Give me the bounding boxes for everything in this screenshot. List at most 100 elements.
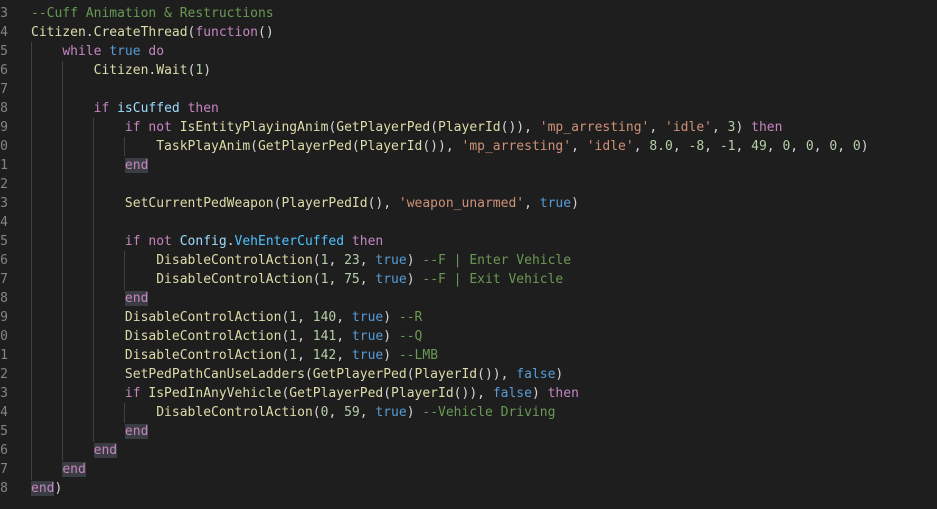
code-token: 'mp_arresting' [461, 139, 572, 154]
code-text: DisableControlAction(0, 59, true) --Vehi… [31, 403, 555, 422]
code-line[interactable]: 3 --Cuff Animation & Restructions [0, 4, 937, 23]
code-token: --Vehicle Driving [422, 405, 556, 420]
code-token: ( [304, 367, 313, 382]
code-token: ( [406, 367, 415, 382]
code-token: ()), [453, 386, 493, 401]
code-token: Citizen [31, 25, 86, 40]
code-line[interactable]: 4 DisableControlAction(0, 59, true) --Ve… [0, 403, 937, 422]
code-line[interactable]: 1 end [0, 156, 937, 175]
code-editor[interactable]: 3 --Cuff Animation & Restructions 4 Citizen… [0, 0, 937, 509]
code-token: , [711, 120, 728, 135]
code-token: ( [312, 253, 321, 268]
code-line[interactable]: 0 DisableControlAction(1, 141, true) --Q [0, 327, 937, 346]
code-token: , [672, 139, 689, 154]
code-token: -8 [688, 139, 705, 154]
code-token: GetPlayerPed [312, 367, 407, 382]
code-token: ()), [477, 367, 517, 382]
code-line[interactable]: 2 [0, 175, 937, 194]
code-token: GetPlayerPed [336, 120, 431, 135]
code-token: --LMB [398, 348, 439, 363]
code-token: SetCurrentPedWeapon [124, 196, 274, 211]
code-line[interactable]: 5 if not Config.VehEnterCuffed then [0, 232, 937, 251]
code-token: Config [179, 234, 227, 249]
code-token: ( [383, 386, 392, 401]
code-token: , [813, 139, 830, 154]
code-token: ( [312, 405, 321, 420]
matched-end-token: end [124, 424, 149, 439]
code-token: VehEnterCuffed [234, 234, 345, 249]
code-token: if [124, 120, 141, 135]
code-line[interactable]: 7 [0, 80, 937, 99]
code-line[interactable]: 6 DisableControlAction(1, 23, true) --F … [0, 251, 937, 270]
code-token: PlayerId [359, 139, 423, 154]
code-token: DisableControlAction [124, 310, 282, 325]
code-token: then [751, 120, 783, 135]
code-token: DisableControlAction [156, 405, 313, 420]
code-line[interactable]: 9 DisableControlAction(1, 140, true) --R [0, 308, 937, 327]
code-token: not [148, 120, 172, 135]
code-line[interactable]: 8 end) [0, 479, 937, 498]
code-token: , [328, 253, 345, 268]
code-token: , [297, 329, 313, 344]
code-line[interactable]: 4 [0, 213, 937, 232]
code-token: , [790, 139, 806, 154]
code-text: if isCuffed then [31, 99, 219, 118]
code-token: true [351, 310, 384, 325]
line-number: 1 [0, 158, 8, 173]
line-number: 3 [0, 196, 8, 211]
code-token: GetPlayerPed [257, 139, 352, 154]
code-token: IsPedInAnyVehicle [148, 386, 282, 401]
code-line[interactable]: 4 Citizen.CreateThread(function() [0, 23, 937, 42]
code-line[interactable]: 5 while true do [0, 42, 937, 61]
code-token: do [148, 44, 165, 59]
code-line[interactable]: 3 SetCurrentPedWeapon(PlayerPedId(), 'we… [0, 194, 937, 213]
code-line[interactable]: 9 if not IsEntityPlayingAnim (GetPlayerPe… [0, 118, 937, 137]
code-line[interactable]: 8 if isCuffed then [0, 99, 937, 118]
code-token: , [328, 405, 345, 420]
code-token: Wait [156, 63, 188, 78]
line-number: 6 [0, 253, 8, 268]
code-token: , [766, 139, 783, 154]
code-token: not [148, 234, 172, 249]
code-line[interactable]: 2 SetPedPathCanUseLadders(GetPlayerPed(P… [0, 365, 937, 384]
line-number: 7 [0, 82, 8, 97]
code-token: 1 [289, 310, 298, 325]
code-line[interactable]: 0 TaskPlayAnim(GetPlayerPed(PlayerId()),… [0, 137, 937, 156]
code-line[interactable]: 5 end [0, 422, 937, 441]
code-token: , [359, 253, 376, 268]
code-token: ( [250, 139, 258, 154]
code-token: . [226, 234, 235, 249]
code-line[interactable]: 7 end [0, 460, 937, 479]
matched-end-token: end [93, 443, 118, 458]
code-line[interactable]: 6 Citizen.Wait(1) [0, 61, 937, 80]
code-token: DisableControlAction [124, 348, 282, 363]
code-token: --F | Enter Vehicle [422, 253, 572, 268]
code-token: 140 [312, 310, 337, 325]
line-number: 5 [0, 424, 8, 439]
code-token: --Cuff Animation & Restructions [31, 6, 274, 21]
code-token: ()), [422, 139, 462, 154]
code-line[interactable]: 3 if IsPedInAnyVehicle(GetPlayerPed(Play… [0, 384, 937, 403]
code-text: SetPedPathCanUseLadders(GetPlayerPed(Pla… [31, 365, 563, 384]
code-line[interactable]: 6 end [0, 441, 937, 460]
code-token: DisableControlAction [156, 272, 313, 287]
code-token: PlayerId [391, 386, 454, 401]
code-token: true [375, 253, 407, 268]
code-line[interactable]: 7 DisableControlAction(1, 75, true) --F … [0, 270, 937, 289]
code-token: 'idle' [665, 120, 712, 135]
code-line[interactable]: 8 end [0, 289, 937, 308]
code-token: , [336, 329, 352, 344]
code-token: true [539, 196, 572, 211]
code-token: true [375, 272, 407, 287]
line-number: 5 [0, 234, 8, 249]
code-line[interactable]: 1 DisableControlAction(1, 142, true) --L… [0, 346, 937, 365]
line-number: 7 [0, 462, 8, 477]
